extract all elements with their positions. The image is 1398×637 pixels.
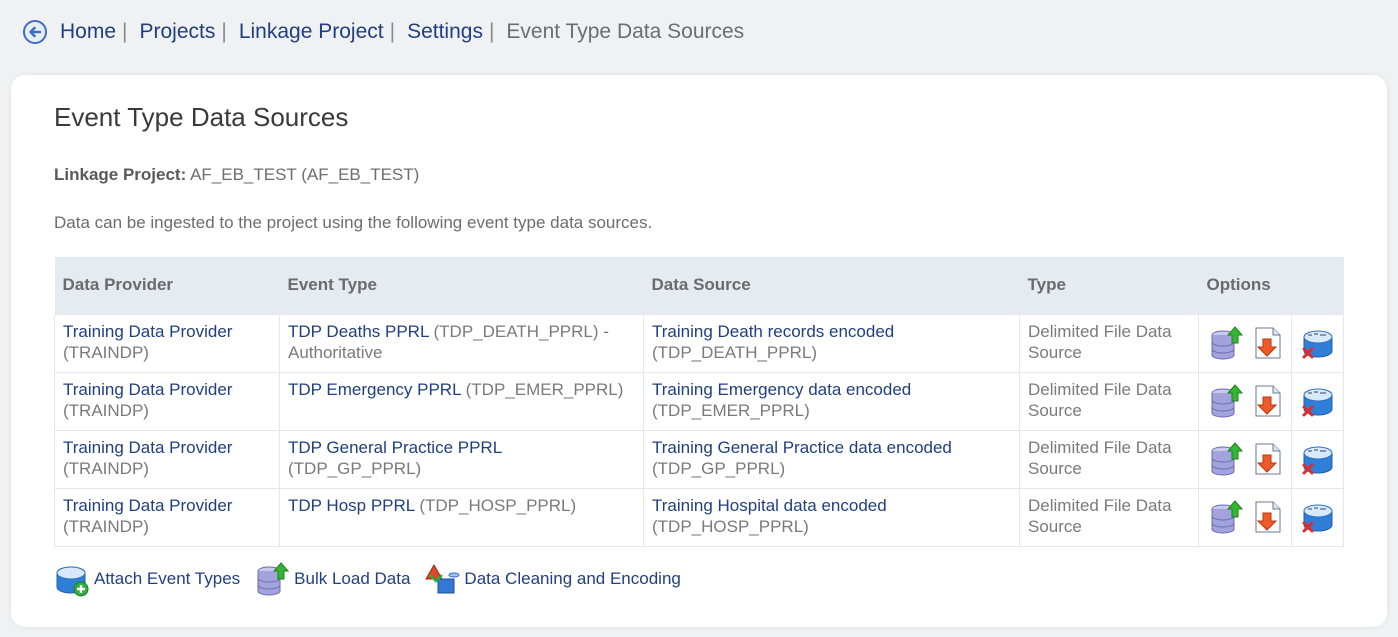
- intro-text: Data can be ingested to the project usin…: [54, 213, 653, 232]
- provider-link[interactable]: Training Data Provider: [63, 380, 232, 399]
- header-data-provider: Data Provider: [54, 257, 280, 314]
- cell-data-provider: Training Data Provider (TRAINDP): [54, 313, 280, 373]
- breadcrumb: Home | Projects | Linkage Project | Sett…: [22, 17, 744, 47]
- database-remove-icon[interactable]: [1300, 441, 1336, 477]
- cell-options: [1198, 371, 1292, 431]
- header-data-source: Data Source: [643, 257, 1020, 314]
- breadcrumb-linkage-project[interactable]: Linkage Project: [239, 20, 384, 44]
- table-header-row: Data Provider Event Type Data Source Typ…: [54, 257, 1344, 314]
- cell-event-type: TDP General Practice PPRL (TDP_GP_PPRL): [279, 429, 644, 489]
- database-upload-icon[interactable]: [1209, 325, 1245, 361]
- cell-remove: [1291, 313, 1344, 373]
- event-type-code: (TDP_GP_PPRL): [288, 458, 422, 478]
- breadcrumb-current: Event Type Data Sources: [506, 20, 745, 43]
- cell-data-provider: Training Data Provider (TRAINDP): [54, 487, 280, 547]
- provider-code: (TRAINDP): [63, 400, 149, 420]
- event-type-link[interactable]: TDP Hosp PPRL: [288, 496, 415, 515]
- header-event-type: Event Type: [279, 257, 644, 314]
- cell-options: [1198, 487, 1292, 547]
- data-source-link[interactable]: Training Death records encoded: [652, 322, 894, 341]
- page-title: Event Type Data Sources: [54, 102, 349, 132]
- cell-options: [1198, 429, 1292, 489]
- provider-code: (TRAINDP): [63, 342, 149, 362]
- cell-type: Delimited File Data Source: [1019, 371, 1199, 431]
- event-type-code: (TDP_EMER_PPRL): [465, 379, 624, 399]
- cell-options: [1198, 313, 1292, 373]
- provider-link[interactable]: Training Data Provider: [63, 322, 232, 341]
- event-type-link[interactable]: TDP General Practice PPRL: [288, 438, 502, 457]
- data-source-code: (TDP_HOSP_PPRL): [652, 516, 809, 536]
- event-type-link[interactable]: TDP Emergency PPRL: [288, 380, 461, 399]
- cell-remove: [1291, 429, 1344, 489]
- data-source-code: (TDP_EMER_PPRL): [652, 400, 810, 420]
- database-remove-icon[interactable]: [1300, 325, 1336, 361]
- data-source-link[interactable]: Training Emergency data encoded: [652, 380, 911, 399]
- cell-data-source: Training Emergency data encoded (TDP_EME…: [643, 371, 1020, 431]
- document-download-icon[interactable]: [1249, 441, 1285, 477]
- event-type-code: (TDP_HOSP_PPRL): [419, 495, 577, 515]
- bulk-load-data-link[interactable]: Bulk Load Data: [294, 569, 410, 589]
- table-row: Training Data Provider (TRAINDP) TDP Dea…: [54, 313, 1344, 373]
- back-arrow-icon[interactable]: [22, 19, 48, 45]
- attach-event-types-button[interactable]: Attach Event Types: [54, 561, 240, 597]
- cell-data-provider: Training Data Provider (TRAINDP): [54, 429, 280, 489]
- data-source-link[interactable]: Training Hospital data encoded: [652, 496, 887, 515]
- breadcrumb-home[interactable]: Home: [60, 20, 116, 44]
- breadcrumb-separator: |: [122, 20, 128, 43]
- attach-event-types-link[interactable]: Attach Event Types: [94, 569, 240, 589]
- header-type: Type: [1019, 257, 1199, 314]
- cell-data-source: Training Death records encoded (TDP_DEAT…: [643, 313, 1020, 373]
- data-source-code: (TDP_GP_PPRL): [652, 458, 786, 478]
- bulk-load-data-button[interactable]: Bulk Load Data: [254, 561, 410, 597]
- project-label: Linkage Project:: [54, 165, 187, 184]
- cell-remove: [1291, 371, 1344, 431]
- database-upload-icon[interactable]: [1209, 499, 1245, 535]
- database-remove-icon[interactable]: [1300, 383, 1336, 419]
- content-card: Event Type Data Sources Linkage Project:…: [11, 75, 1387, 627]
- document-download-icon[interactable]: [1249, 383, 1285, 419]
- document-download-icon[interactable]: [1249, 499, 1285, 535]
- cell-type: Delimited File Data Source: [1019, 487, 1199, 547]
- data-source-link[interactable]: Training General Practice data encoded: [652, 438, 952, 457]
- project-value: AF_EB_TEST (AF_EB_TEST): [190, 165, 420, 184]
- cell-event-type: TDP Emergency PPRL (TDP_EMER_PPRL): [279, 371, 644, 431]
- table-row: Training Data Provider (TRAINDP) TDP Hos…: [54, 487, 1344, 547]
- project-info: Linkage Project: AF_EB_TEST (AF_EB_TEST): [54, 165, 419, 185]
- breadcrumb-settings[interactable]: Settings: [407, 20, 483, 44]
- database-upload-icon[interactable]: [1209, 441, 1245, 477]
- cell-type: Delimited File Data Source: [1019, 313, 1199, 373]
- data-cleaning-link[interactable]: Data Cleaning and Encoding: [464, 569, 680, 589]
- database-upload-icon: [254, 561, 290, 597]
- breadcrumb-projects[interactable]: Projects: [140, 20, 216, 44]
- provider-link[interactable]: Training Data Provider: [63, 438, 232, 457]
- cell-event-type: TDP Deaths PPRL (TDP_DEATH_PPRL) - Autho…: [279, 313, 644, 373]
- bottom-actions: Attach Event Types Bulk Load Data Data C…: [54, 561, 695, 597]
- cell-data-provider: Training Data Provider (TRAINDP): [54, 371, 280, 431]
- data-source-code: (TDP_DEATH_PPRL): [652, 342, 817, 362]
- breadcrumb-separator: |: [488, 20, 495, 43]
- database-remove-icon[interactable]: [1300, 499, 1336, 535]
- cell-data-source: Training Hospital data encoded (TDP_HOSP…: [643, 487, 1020, 547]
- event-type-link[interactable]: TDP Deaths PPRL: [288, 322, 429, 341]
- table-row: Training Data Provider (TRAINDP) TDP Eme…: [54, 371, 1344, 431]
- provider-link[interactable]: Training Data Provider: [63, 496, 232, 515]
- data-sources-table: Data Provider Event Type Data Source Typ…: [54, 257, 1344, 547]
- table-row: Training Data Provider (TRAINDP) TDP Gen…: [54, 429, 1344, 489]
- cell-event-type: TDP Hosp PPRL (TDP_HOSP_PPRL): [279, 487, 644, 547]
- breadcrumb-separator: |: [389, 20, 396, 43]
- document-download-icon[interactable]: [1249, 325, 1285, 361]
- provider-code: (TRAINDP): [63, 516, 149, 536]
- cell-data-source: Training General Practice data encoded (…: [643, 429, 1020, 489]
- cell-type: Delimited File Data Source: [1019, 429, 1199, 489]
- breadcrumb-separator: |: [221, 20, 227, 43]
- shapes-cleaning-icon: [424, 561, 460, 597]
- database-add-icon: [54, 561, 90, 597]
- data-cleaning-button[interactable]: Data Cleaning and Encoding: [424, 561, 681, 597]
- database-upload-icon[interactable]: [1209, 383, 1245, 419]
- provider-code: (TRAINDP): [63, 458, 149, 478]
- header-options: Options: [1198, 257, 1344, 314]
- cell-remove: [1291, 487, 1344, 547]
